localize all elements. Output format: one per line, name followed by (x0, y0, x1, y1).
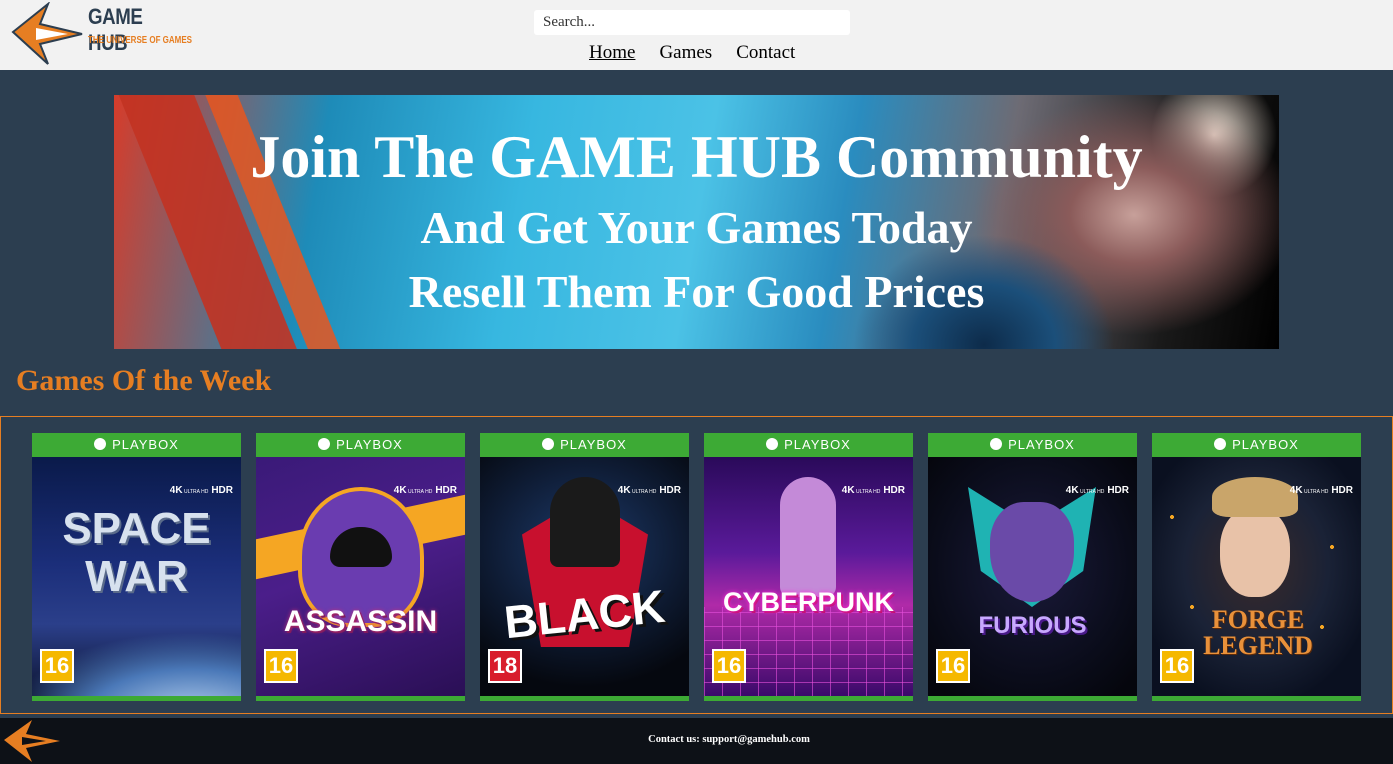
4k-hdr-badge: 4K ULTRA HD HDR (617, 485, 681, 496)
game-cover-art: 4K ULTRA HD HDR BLACK 18 (480, 457, 689, 696)
game-cover-art: 4K ULTRA HD HDR FORGE LEGEND 16 (1152, 457, 1361, 696)
game-title: ASSASSIN (283, 605, 438, 638)
playbox-header: PLAYBOX (928, 433, 1137, 457)
game-cover-art: 4K ULTRA HD HDR FURIOUS 16 (928, 457, 1137, 696)
4k-hdr-badge: 4K ULTRA HD HDR (169, 485, 233, 496)
playbox-label: PLAYBOX (784, 437, 851, 452)
logo-title: GAME HUB (88, 4, 143, 55)
game-card-furious[interactable]: PLAYBOX 4K ULTRA HD HDR FURIOUS 16 (928, 433, 1137, 701)
playbox-logo-icon (990, 438, 1003, 450)
playbox-logo-icon (318, 438, 331, 450)
game-hub-logo-icon (11, 2, 83, 65)
playbox-header: PLAYBOX (256, 433, 465, 457)
game-cover-art: 4K ULTRA HD HDR ASSASSIN 16 (256, 457, 465, 696)
logo-subtitle: THE UNIVERSE OF GAMES (88, 35, 193, 46)
playbox-header: PLAYBOX (704, 433, 913, 457)
game-title: BLACK (501, 579, 668, 649)
site-header: GAME HUB THE UNIVERSE OF GAMES Home Game… (0, 0, 1393, 70)
playbox-header: PLAYBOX (480, 433, 689, 457)
4k-hdr-badge: 4K ULTRA HD HDR (1289, 485, 1353, 496)
main-nav: Home Games Contact (589, 42, 819, 64)
game-title: FURIOUS (978, 612, 1087, 639)
playbox-header: PLAYBOX (1152, 433, 1361, 457)
age-rating-badge: 16 (264, 649, 298, 683)
game-cover-art: 4K ULTRA HD HDR CYBERPUNK 16 (704, 457, 913, 697)
playbox-footer-strip (928, 696, 1137, 701)
game-card-space-war[interactable]: PLAYBOX 4K ULTRA HD HDR SPACE WAR 16 (32, 433, 241, 701)
search-input[interactable] (534, 10, 850, 35)
hero-subheadline: And Get Your Games Today (420, 202, 973, 253)
playbox-label: PLAYBOX (1232, 437, 1299, 452)
game-title: CYBERPUNK (722, 587, 895, 617)
playbox-label: PLAYBOX (1008, 437, 1075, 452)
site-logo[interactable]: GAME HUB THE UNIVERSE OF GAMES (10, 2, 193, 66)
games-of-the-week-list: PLAYBOX 4K ULTRA HD HDR SPACE WAR 16 PLAY… (0, 416, 1393, 714)
playbox-label: PLAYBOX (336, 437, 403, 452)
hero-headline: Join The GAME HUB Community (250, 124, 1143, 190)
4k-hdr-badge: 4K ULTRA HD HDR (1065, 485, 1129, 496)
age-rating-badge: 16 (712, 649, 746, 683)
age-rating-badge: 18 (488, 649, 522, 683)
playbox-footer-strip (480, 696, 689, 701)
playbox-label: PLAYBOX (112, 437, 179, 452)
hero-tagline: Resell Them For Good Prices (408, 266, 985, 317)
playbox-label: PLAYBOX (560, 437, 627, 452)
playbox-logo-icon (766, 438, 779, 450)
playbox-logo-icon (542, 438, 555, 450)
age-rating-badge: 16 (40, 649, 74, 683)
playbox-footer-strip (1152, 696, 1361, 701)
playbox-logo-icon (94, 438, 107, 450)
game-card-assassin[interactable]: PLAYBOX 4K ULTRA HD HDR ASSASSIN 16 (256, 433, 465, 701)
hero-banner: Join The GAME HUB Community And Get Your… (114, 95, 1279, 349)
nav-link-home[interactable]: Home (589, 42, 635, 64)
game-card-forge-legend[interactable]: PLAYBOX 4K ULTRA HD HDR FORGE LEGEND 16 (1152, 433, 1361, 701)
playbox-footer-strip (704, 696, 913, 701)
age-rating-badge: 16 (936, 649, 970, 683)
playbox-header: PLAYBOX (32, 433, 241, 457)
hero-banner-text: Join The GAME HUB Community And Get Your… (114, 95, 1279, 349)
nav-link-games[interactable]: Games (659, 42, 712, 64)
site-footer: Contact us: support@gamehub.com (0, 718, 1393, 764)
section-title: Games Of the Week (16, 364, 272, 397)
game-card-cyberpunk[interactable]: PLAYBOX 4K ULTRA HD HDR CYBERPUNK 16 (704, 433, 913, 701)
playbox-footer-strip (32, 696, 241, 701)
nav-link-contact[interactable]: Contact (736, 42, 795, 64)
playbox-footer-strip (256, 696, 465, 701)
age-rating-badge: 16 (1160, 649, 1194, 683)
game-title: SPACE WAR (62, 504, 211, 601)
4k-hdr-badge: 4K ULTRA HD HDR (393, 485, 457, 496)
4k-hdr-badge: 4K ULTRA HD HDR (841, 485, 905, 496)
playbox-logo-icon (1214, 438, 1227, 450)
game-cover-art: 4K ULTRA HD HDR SPACE WAR 16 (32, 457, 241, 696)
game-title: FORGE LEGEND (1203, 605, 1313, 660)
game-card-black[interactable]: PLAYBOX 4K ULTRA HD HDR BLACK 18 (480, 433, 689, 701)
footer-contact-text: Contact us: support@gamehub.com (648, 734, 810, 745)
